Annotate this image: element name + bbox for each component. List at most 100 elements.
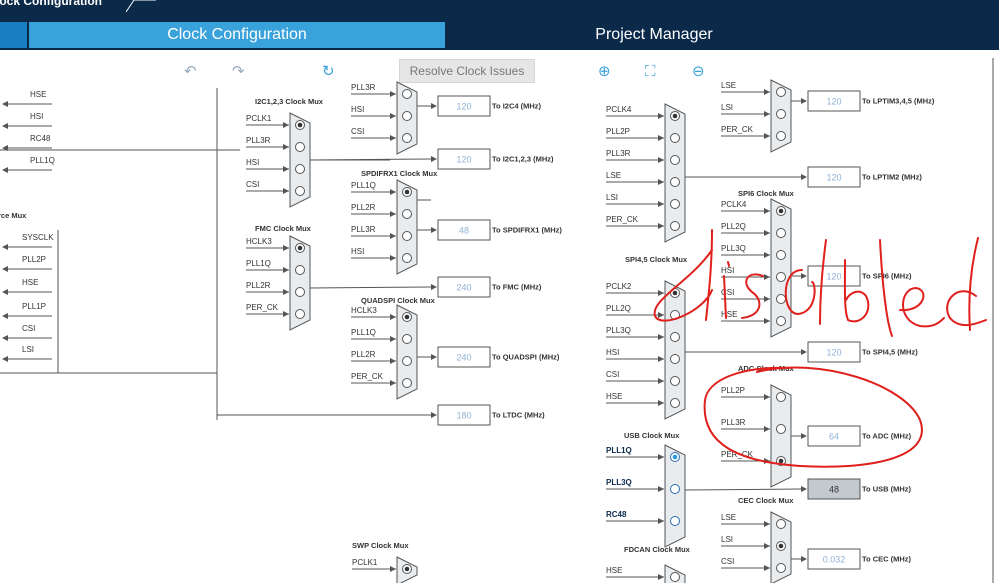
mux-radio[interactable]: [295, 142, 305, 152]
mux-radio[interactable]: [776, 250, 786, 260]
source-label: RC48: [30, 134, 51, 143]
arrow-head: [283, 166, 289, 172]
mux-radio[interactable]: [402, 253, 412, 263]
source-label: HSE: [30, 90, 46, 99]
mux-radio[interactable]: [295, 164, 305, 174]
mux-radio[interactable]: [776, 563, 786, 573]
ann-stroke: [879, 239, 893, 337]
clock-mux: [396, 304, 418, 400]
frequency-label: To CEC (MHz): [862, 555, 912, 564]
arrow-head: [764, 543, 770, 549]
mux-title: CEC Clock Mux: [738, 496, 794, 505]
arrow-head: [764, 208, 770, 214]
mux-radio[interactable]: [402, 89, 412, 99]
mux-input-label: PER_CK: [606, 215, 639, 224]
arrow-head: [764, 318, 770, 324]
frequency-label: To I2C4 (MHz): [492, 102, 542, 111]
mux-radio[interactable]: [670, 133, 680, 143]
mux-input-label: CSI: [246, 180, 259, 189]
mux-radio[interactable]: [776, 392, 786, 402]
mux-radio[interactable]: [670, 354, 680, 364]
mux-radio[interactable]: [402, 334, 412, 344]
mux-input-label: CSI: [721, 557, 734, 566]
mux-radio[interactable]: [670, 199, 680, 209]
arrow-head: [283, 267, 289, 273]
mux-radio[interactable]: [295, 186, 305, 196]
arrow-head: [283, 122, 289, 128]
mux-radio-dot: [778, 208, 784, 214]
mux-radio[interactable]: [295, 265, 305, 275]
mux-radio-dot: [404, 314, 410, 320]
frequency-value: 48: [459, 226, 469, 236]
frequency-label: To SPI6 (MHz): [862, 272, 912, 281]
mux-radio[interactable]: [402, 133, 412, 143]
arrow-head: [390, 314, 396, 320]
arrow-head: [658, 334, 664, 340]
mux-radio[interactable]: [670, 484, 680, 494]
clock-mux: [664, 564, 686, 583]
mux-radio[interactable]: [776, 272, 786, 282]
mux-radio[interactable]: [776, 87, 786, 97]
mux-radio[interactable]: [776, 519, 786, 529]
arrow-head: [658, 378, 664, 384]
arrow-head: [390, 380, 396, 386]
mux-radio[interactable]: [776, 316, 786, 326]
arrow-head: [431, 156, 437, 162]
mux-radio[interactable]: [776, 424, 786, 434]
mux-radio[interactable]: [295, 287, 305, 297]
arrow-head: [764, 274, 770, 280]
arrow-head: [283, 144, 289, 150]
frequency-value: 120: [826, 348, 841, 358]
arrow-head: [764, 89, 770, 95]
frequency-label: To QUADSPI (MHz): [492, 353, 560, 362]
mux-radio-dot: [672, 113, 678, 119]
arrow-head: [658, 113, 664, 119]
mux-radio[interactable]: [402, 231, 412, 241]
arrow-head: [658, 135, 664, 141]
arrow-head: [390, 135, 396, 141]
mux-radio[interactable]: [402, 356, 412, 366]
frequency-label: To FMC (MHz): [492, 283, 542, 292]
mux-radio[interactable]: [670, 376, 680, 386]
arrow-head: [658, 290, 664, 296]
clock-mux: [770, 79, 792, 153]
mux-radio[interactable]: [776, 294, 786, 304]
source-label: PLL1Q: [30, 156, 55, 165]
arrow-head: [2, 266, 8, 272]
mux-title: QUADSPI Clock Mux: [361, 296, 436, 305]
mux-radio[interactable]: [670, 332, 680, 342]
frequency-label: To LTDC (MHz): [492, 411, 545, 420]
frequency-value: 64: [829, 432, 839, 442]
arrow-head: [283, 188, 289, 194]
mux-radio[interactable]: [402, 378, 412, 388]
mux-radio[interactable]: [776, 228, 786, 238]
mux-radio[interactable]: [670, 516, 680, 526]
mux-radio-dot: [297, 245, 303, 251]
mux-input-label: HSI: [721, 266, 734, 275]
mux-input-label: PLL2P: [721, 386, 745, 395]
mux-radio-dot: [672, 290, 678, 296]
mux-input-label: PER_CK: [721, 125, 754, 134]
arrow-head: [2, 167, 8, 173]
mux-input-label: PLL3Q: [606, 326, 631, 335]
clock-mux: [289, 235, 311, 331]
mux-radio[interactable]: [776, 109, 786, 119]
mux-radio[interactable]: [670, 221, 680, 231]
mux-radio[interactable]: [402, 111, 412, 121]
arrow-head: [283, 311, 289, 317]
mux-radio[interactable]: [402, 209, 412, 219]
ann-stroke: [946, 237, 987, 331]
mux-input-label: PLL3R: [351, 225, 376, 234]
mux-radio[interactable]: [670, 398, 680, 408]
wire: [309, 286, 432, 289]
mux-input-label: CSI: [351, 127, 364, 136]
mux-radio[interactable]: [295, 309, 305, 319]
arrow-head: [2, 313, 8, 319]
mux-radio[interactable]: [776, 131, 786, 141]
frequency-value: 120: [456, 102, 471, 112]
mux-radio[interactable]: [670, 155, 680, 165]
arrow-head: [658, 486, 664, 492]
mux-radio[interactable]: [670, 572, 680, 582]
mux-radio[interactable]: [670, 177, 680, 187]
clock-mux: [396, 81, 418, 155]
